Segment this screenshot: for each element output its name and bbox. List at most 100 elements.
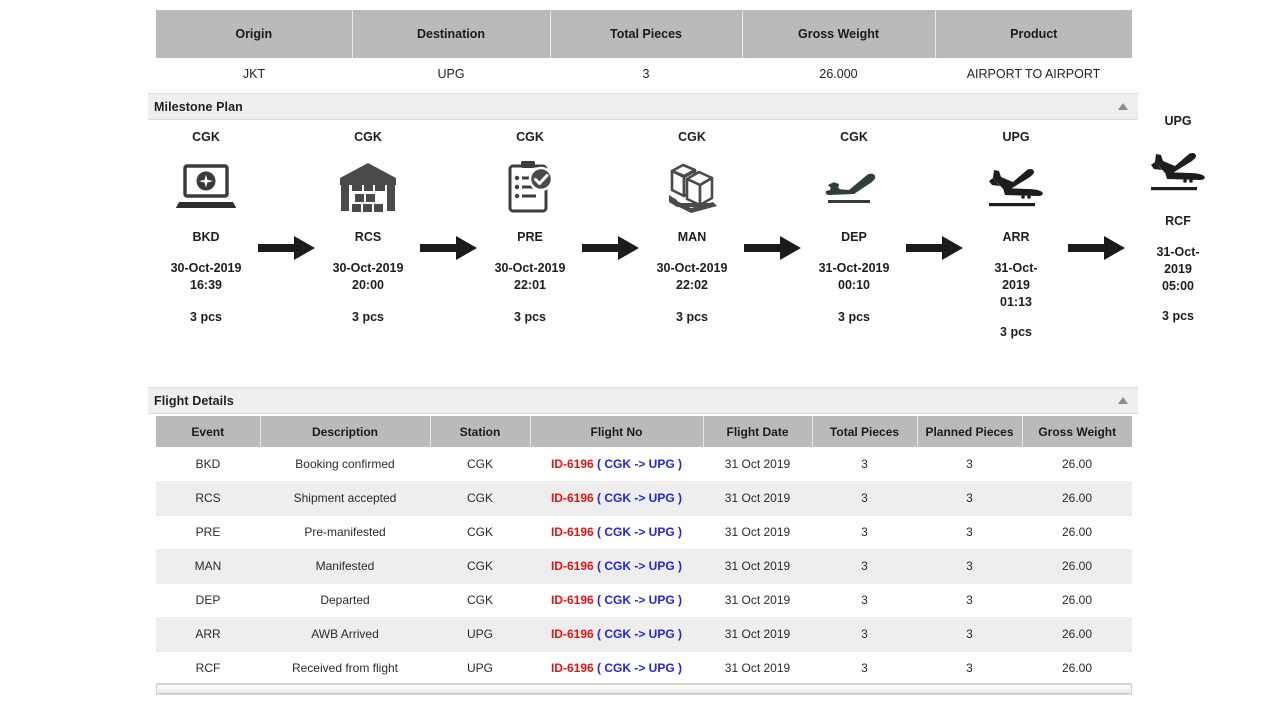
flight-number-id[interactable]: ID-6196 xyxy=(551,525,594,539)
flight-cell-total-pieces: 3 xyxy=(812,617,917,652)
summary-header-row: Origin Destination Total Pieces Gross We… xyxy=(156,10,1132,58)
flight-number-route[interactable]: ( CGK -> UPG ) xyxy=(594,593,682,607)
table-row[interactable]: RCS Shipment accepted CGK ID-6196 ( CGK -> … xyxy=(156,481,1132,516)
plane-arrival-icon xyxy=(1142,140,1214,202)
flight-col-event[interactable]: Event xyxy=(156,416,261,447)
milestone-time: 31-Oct-2019 00:10 xyxy=(818,261,890,292)
flight-cell-station: CGK xyxy=(430,447,530,482)
flight-cell-flight-no[interactable]: ID-6196 ( CGK -> UPG ) xyxy=(530,617,703,652)
flight-number-id[interactable]: ID-6196 xyxy=(551,559,594,573)
flight-cell-station: UPG xyxy=(430,617,530,652)
milestone-step-rcs[interactable]: CGK RCS 30-Oct-2019 20:00 3 pcs xyxy=(316,128,420,324)
summary-col-destination: Destination xyxy=(352,10,551,58)
flight-col-station[interactable]: Station xyxy=(430,416,531,447)
table-row[interactable]: MAN Manifested CGK ID-6196 ( CGK -> UPG ) 31… xyxy=(156,549,1132,584)
milestone-time: 30-Oct-2019 22:02 xyxy=(656,261,728,292)
milestone-step-pre[interactable]: CGK PRE 30-Oct-2019 22:01 3 pcs xyxy=(478,128,582,324)
flight-col-planned-pieces[interactable]: Planned Pieces xyxy=(917,416,1023,447)
table-row[interactable]: PRE Pre-manifested CGK ID-6196 ( CGK -> UPG… xyxy=(156,515,1132,550)
flight-cell-total-pieces: 3 xyxy=(812,515,917,550)
flight-cell-flight-date: 31 Oct 2019 xyxy=(703,515,812,550)
milestone-step-dep[interactable]: CGK DEP 31-Oct-2019 00:10 3 pcs xyxy=(802,128,906,324)
flight-cell-event: ARR xyxy=(156,617,260,652)
flight-number-route[interactable]: ( CGK -> UPG ) xyxy=(594,661,682,675)
milestone-code: PRE xyxy=(517,230,543,244)
flight-cell-gross-weight: 26.00 xyxy=(1022,651,1132,686)
flight-number-id[interactable]: ID-6196 xyxy=(551,491,594,505)
milestone-step-man[interactable]: CGK MAN 30-Oct-2019 22:02 3 pcs xyxy=(640,128,744,324)
milestone-time: 31-Oct-2019 01:13 xyxy=(994,261,1038,309)
summary-value-destination: UPG xyxy=(352,58,550,89)
table-row[interactable]: RCF Received from flight UPG ID-6196 ( CGK … xyxy=(156,651,1132,686)
summary-value-row: JKT UPG 3 26.000 AIRPORT TO AIRPORT xyxy=(156,58,1132,89)
flight-number-id[interactable]: ID-6196 xyxy=(551,593,594,607)
milestone-station: UPG xyxy=(1002,130,1030,144)
flight-cell-event: MAN xyxy=(156,549,260,584)
milestone-code: BKD xyxy=(192,230,220,244)
summary-value-product: AIRPORT TO AIRPORT xyxy=(935,58,1132,89)
milestone-step-rcf[interactable]: UPG RCF 31-Oct-2019 05:00 3 pcs xyxy=(1126,112,1230,323)
flight-cell-total-pieces: 3 xyxy=(812,447,917,482)
milestone-code: MAN xyxy=(677,230,707,244)
milestone-arrow-icon xyxy=(420,128,478,261)
flight-cell-planned-pieces: 3 xyxy=(917,617,1022,652)
summary-col-gross-weight: Gross Weight xyxy=(742,10,936,58)
flight-cell-flight-no[interactable]: ID-6196 ( CGK -> UPG ) xyxy=(530,549,703,584)
flight-cell-flight-date: 31 Oct 2019 xyxy=(703,549,812,584)
flight-cell-planned-pieces: 3 xyxy=(917,481,1022,516)
milestone-pieces: 3 pcs xyxy=(676,310,708,324)
flight-cell-flight-no[interactable]: ID-6196 ( CGK -> UPG ) xyxy=(530,515,703,550)
flight-cell-flight-no[interactable]: ID-6196 ( CGK -> UPG ) xyxy=(530,651,703,686)
flight-cell-flight-no[interactable]: ID-6196 ( CGK -> UPG ) xyxy=(530,447,703,482)
flight-cell-description: Shipment accepted xyxy=(260,481,430,516)
flight-cell-station: CGK xyxy=(430,583,530,618)
flight-cell-planned-pieces: 3 xyxy=(917,549,1022,584)
flight-details-section-header[interactable]: Flight Details xyxy=(148,387,1138,414)
flight-number-id[interactable]: ID-6196 xyxy=(551,627,594,641)
table-row[interactable]: ARR AWB Arrived UPG ID-6196 ( CGK -> UPG ) 3… xyxy=(156,617,1132,652)
milestone-code: RCF xyxy=(1165,214,1191,228)
flight-number-id[interactable]: ID-6196 xyxy=(551,457,594,471)
flight-cell-flight-no[interactable]: ID-6196 ( CGK -> UPG ) xyxy=(530,583,703,618)
flight-number-route[interactable]: ( CGK -> UPG ) xyxy=(594,525,682,539)
flight-cell-flight-no[interactable]: ID-6196 ( CGK -> UPG ) xyxy=(530,481,703,516)
flight-number-route[interactable]: ( CGK -> UPG ) xyxy=(594,559,682,573)
milestone-arrow-icon xyxy=(582,128,640,261)
milestone-arrow-icon xyxy=(258,128,316,261)
milestone-step-arr[interactable]: UPG ARR 31-Oct-2019 01:13 3 pcs xyxy=(964,128,1068,339)
flight-cell-gross-weight: 26.00 xyxy=(1022,515,1132,550)
flight-col-flight-date[interactable]: Flight Date xyxy=(703,416,813,447)
plane-departure-icon xyxy=(818,156,890,218)
caret-up-icon[interactable] xyxy=(1118,103,1128,110)
milestone-plan-section-header[interactable]: Milestone Plan xyxy=(148,93,1138,120)
flight-number-route[interactable]: ( CGK -> UPG ) xyxy=(594,457,682,471)
flight-number-route[interactable]: ( CGK -> UPG ) xyxy=(594,627,682,641)
flight-cell-total-pieces: 3 xyxy=(812,651,917,686)
caret-up-icon[interactable] xyxy=(1118,397,1128,404)
milestone-time: 30-Oct-2019 20:00 xyxy=(332,261,404,292)
flight-col-flight-no[interactable]: Flight No xyxy=(530,416,704,447)
milestone-step-bkd[interactable]: CGK BKD 30-Oct-2019 16:39 3 pcs xyxy=(154,128,258,324)
milestone-time: 30-Oct-2019 16:39 xyxy=(170,261,242,292)
flight-number-id[interactable]: ID-6196 xyxy=(551,661,594,675)
flight-cell-description: Received from flight xyxy=(260,651,430,686)
horizontal-scrollbar[interactable] xyxy=(156,683,1132,695)
flight-cell-description: AWB Arrived xyxy=(260,617,430,652)
milestone-station: CGK xyxy=(678,130,706,144)
flight-cell-event: BKD xyxy=(156,447,260,482)
flight-cell-station: UPG xyxy=(430,651,530,686)
flight-cell-station: CGK xyxy=(430,549,530,584)
table-row[interactable]: BKD Booking confirmed CGK ID-6196 ( CGK -> … xyxy=(156,447,1132,482)
flight-col-gross-weight[interactable]: Gross Weight xyxy=(1022,416,1132,447)
awb-tracking-page: Origin Destination Total Pieces Gross We… xyxy=(0,0,1280,720)
milestone-station: UPG xyxy=(1164,114,1192,128)
summary-value-gross-weight: 26.000 xyxy=(742,58,935,89)
table-row[interactable]: DEP Departed CGK ID-6196 ( CGK -> UPG ) 31 O… xyxy=(156,583,1132,618)
flight-col-total-pieces[interactable]: Total Pieces xyxy=(812,416,918,447)
flight-cell-total-pieces: 3 xyxy=(812,549,917,584)
flight-cell-event: RCS xyxy=(156,481,260,516)
scrollbar-thumb[interactable] xyxy=(156,684,1132,694)
flight-col-description[interactable]: Description xyxy=(260,416,431,447)
flight-number-route[interactable]: ( CGK -> UPG ) xyxy=(594,491,682,505)
milestone-code: DEP xyxy=(841,230,867,244)
